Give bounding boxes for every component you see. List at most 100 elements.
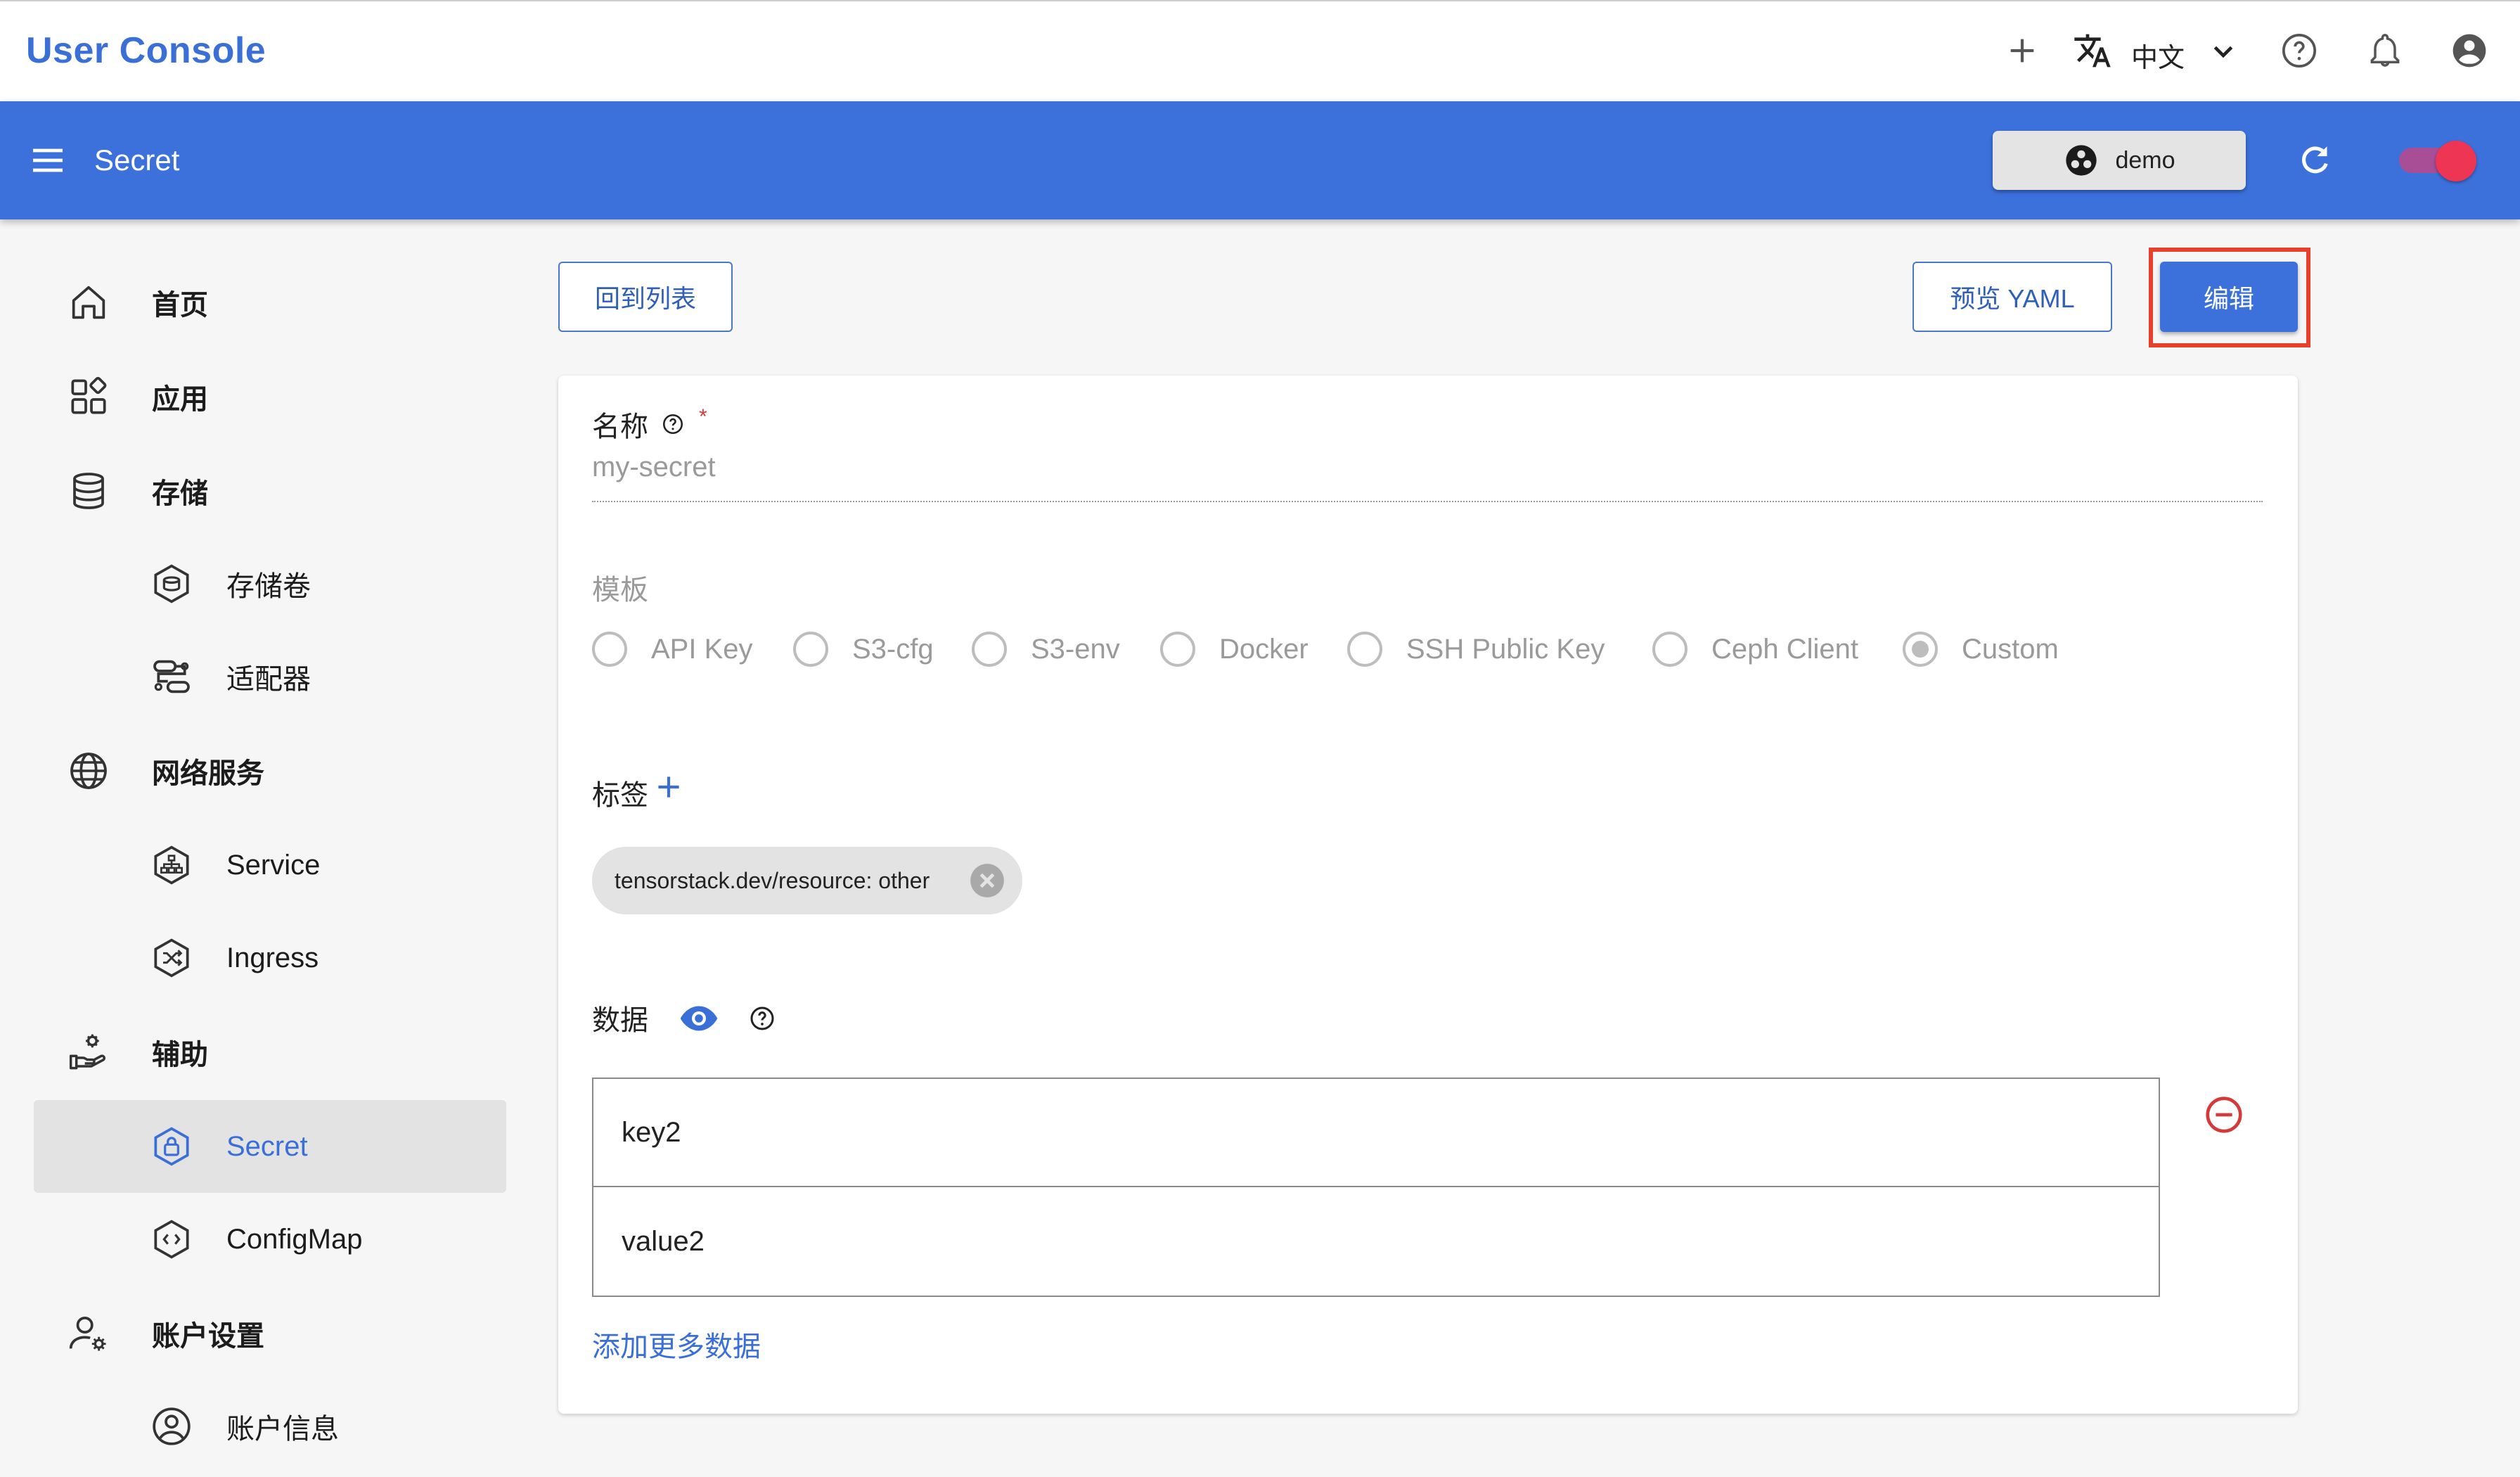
sidebar-item-network[interactable]: 网络服务 bbox=[34, 724, 506, 817]
help-circle-icon[interactable] bbox=[2280, 31, 2319, 70]
sidebar-item-storage[interactable]: 存储 bbox=[34, 445, 506, 537]
sidebar-item-apps[interactable]: 应用 bbox=[34, 350, 506, 443]
remove-circle-icon[interactable] bbox=[2202, 1093, 2246, 1137]
sidebar-item-ingress[interactable]: Ingress bbox=[34, 912, 506, 1004]
namespace-selector-button[interactable]: demo bbox=[1993, 131, 2246, 190]
sidebar-item-label: 存储 bbox=[152, 478, 208, 509]
radio-circle bbox=[1347, 632, 1382, 667]
help-circle-icon[interactable] bbox=[661, 412, 685, 436]
toggle-knob bbox=[2436, 141, 2476, 181]
name-field-underline bbox=[592, 501, 2263, 502]
back-to-list-button[interactable]: 回到列表 bbox=[558, 262, 733, 332]
bell-icon[interactable] bbox=[2365, 31, 2405, 70]
app-title: User Console bbox=[26, 30, 266, 71]
template-radio-s3-env[interactable]: S3-env bbox=[972, 632, 1120, 667]
sidebar-item-account-settings[interactable]: 账户设置 bbox=[34, 1287, 506, 1380]
sidebar-item-configmap[interactable]: ConfigMap bbox=[34, 1193, 506, 1286]
radio-label: Ceph Client bbox=[1711, 633, 1859, 665]
menu-icon[interactable] bbox=[28, 141, 68, 180]
name-label-text: 名称 bbox=[592, 411, 648, 442]
radio-label: Custom bbox=[1962, 633, 2059, 665]
sidebar-item-label: 首页 bbox=[152, 290, 208, 321]
data-value-value: value2 bbox=[622, 1225, 705, 1257]
radio-circle bbox=[592, 632, 627, 667]
service-icon bbox=[149, 843, 194, 888]
home-icon bbox=[66, 280, 111, 325]
sidebar-item-label: Service bbox=[226, 849, 321, 881]
sidebar-item-service[interactable]: Service bbox=[34, 819, 506, 912]
top-app-bar: User Console 中文 bbox=[0, 0, 2520, 101]
theme-toggle-switch[interactable] bbox=[2393, 138, 2481, 183]
account-settings-icon bbox=[66, 1311, 111, 1356]
sidebar-item-label: 应用 bbox=[152, 384, 208, 415]
translate-icon[interactable] bbox=[2073, 31, 2112, 70]
ingress-icon bbox=[149, 935, 194, 980]
adapter-icon bbox=[149, 654, 194, 699]
eye-icon[interactable] bbox=[678, 997, 720, 1040]
edit-button[interactable]: 编辑 bbox=[2160, 262, 2298, 332]
radio-circle-checked bbox=[1903, 632, 1938, 667]
template-radio-ceph-client[interactable]: Ceph Client bbox=[1652, 632, 1858, 667]
sidebar-item-label: 存储卷 bbox=[226, 571, 311, 602]
secret-form-card: 名称 * my-secret 模板 API Key S3-cfg S3-env … bbox=[558, 376, 2298, 1414]
radio-label: Docker bbox=[1219, 633, 1309, 665]
preview-yaml-button[interactable]: 预览 YAML bbox=[1912, 262, 2112, 332]
data-field-label: 数据 bbox=[592, 1005, 648, 1036]
help-circle-icon[interactable] bbox=[748, 1004, 776, 1032]
radio-label: SSH Public Key bbox=[1406, 633, 1605, 665]
sidebar-item-label: Ingress bbox=[226, 942, 319, 973]
chevron-down-icon[interactable] bbox=[2204, 31, 2243, 70]
group-icon bbox=[2063, 142, 2100, 179]
add-more-data-link[interactable]: 添加更多数据 bbox=[592, 1324, 761, 1364]
plus-icon[interactable] bbox=[2002, 31, 2042, 70]
database-icon bbox=[66, 468, 111, 513]
required-marker: * bbox=[699, 405, 707, 428]
template-radio-s3-cfg[interactable]: S3-cfg bbox=[793, 632, 934, 667]
radio-circle bbox=[1160, 632, 1195, 667]
configmap-icon bbox=[149, 1217, 194, 1262]
radio-label: S3-cfg bbox=[852, 633, 934, 665]
template-radio-api-key[interactable]: API Key bbox=[592, 632, 753, 667]
sidebar-item-adapters[interactable]: 适配器 bbox=[34, 630, 506, 723]
globe-icon bbox=[66, 748, 111, 793]
name-field-value: my-secret bbox=[592, 452, 716, 482]
label-chip-text: tensorstack.dev/resource: other bbox=[615, 867, 930, 893]
radio-circle bbox=[1652, 632, 1688, 667]
sidebar-item-home[interactable]: 首页 bbox=[34, 256, 506, 349]
sidebar-item-label: 适配器 bbox=[226, 664, 311, 695]
page-title: Secret bbox=[94, 143, 180, 177]
data-key-value: key2 bbox=[622, 1116, 681, 1148]
radio-circle bbox=[793, 632, 828, 667]
data-entry-box: key2 value2 bbox=[592, 1078, 2160, 1297]
language-selector-label[interactable]: 中文 bbox=[2131, 36, 2185, 75]
refresh-icon[interactable] bbox=[2295, 141, 2334, 180]
template-radio-docker[interactable]: Docker bbox=[1160, 632, 1309, 667]
helper-hand-icon bbox=[66, 1030, 111, 1075]
volume-icon bbox=[149, 561, 194, 606]
data-key-field[interactable]: key2 bbox=[593, 1079, 2159, 1187]
sidebar-item-label: 账户设置 bbox=[152, 1321, 264, 1352]
labels-field-label: 标签 bbox=[592, 780, 648, 811]
template-radio-ssh-public-key[interactable]: SSH Public Key bbox=[1347, 632, 1605, 667]
apps-icon bbox=[66, 374, 111, 419]
sidebar-item-secret[interactable]: Secret bbox=[34, 1100, 506, 1193]
chip-close-icon[interactable] bbox=[969, 862, 1005, 899]
secret-lock-icon bbox=[149, 1124, 194, 1169]
sidebar-item-helper[interactable]: 辅助 bbox=[34, 1006, 506, 1099]
label-chip: tensorstack.dev/resource: other bbox=[592, 847, 1022, 914]
page-header-bar: Secret demo bbox=[0, 101, 2520, 219]
sidebar-item-label: 网络服务 bbox=[152, 758, 264, 789]
account-circle-icon[interactable] bbox=[2450, 31, 2489, 70]
template-radio-custom[interactable]: Custom bbox=[1903, 632, 2059, 667]
data-value-field[interactable]: value2 bbox=[593, 1187, 2159, 1296]
sidebar-item-volumes[interactable]: 存储卷 bbox=[34, 537, 506, 630]
sidebar-item-account-info[interactable]: 账户信息 bbox=[34, 1380, 506, 1473]
sidebar-item-label: Secret bbox=[226, 1130, 308, 1162]
sidebar-item-label: 辅助 bbox=[152, 1040, 208, 1070]
add-label-plus-icon[interactable] bbox=[651, 769, 686, 805]
radio-label: S3-env bbox=[1031, 633, 1120, 665]
radio-label: API Key bbox=[651, 633, 753, 665]
sidebar-item-label: 账户信息 bbox=[226, 1414, 339, 1445]
sidebar-nav: 首页 应用 存储 存储卷 适配器 网络服务 Service Ingress 辅助… bbox=[0, 219, 534, 1477]
account-info-icon bbox=[149, 1404, 194, 1449]
